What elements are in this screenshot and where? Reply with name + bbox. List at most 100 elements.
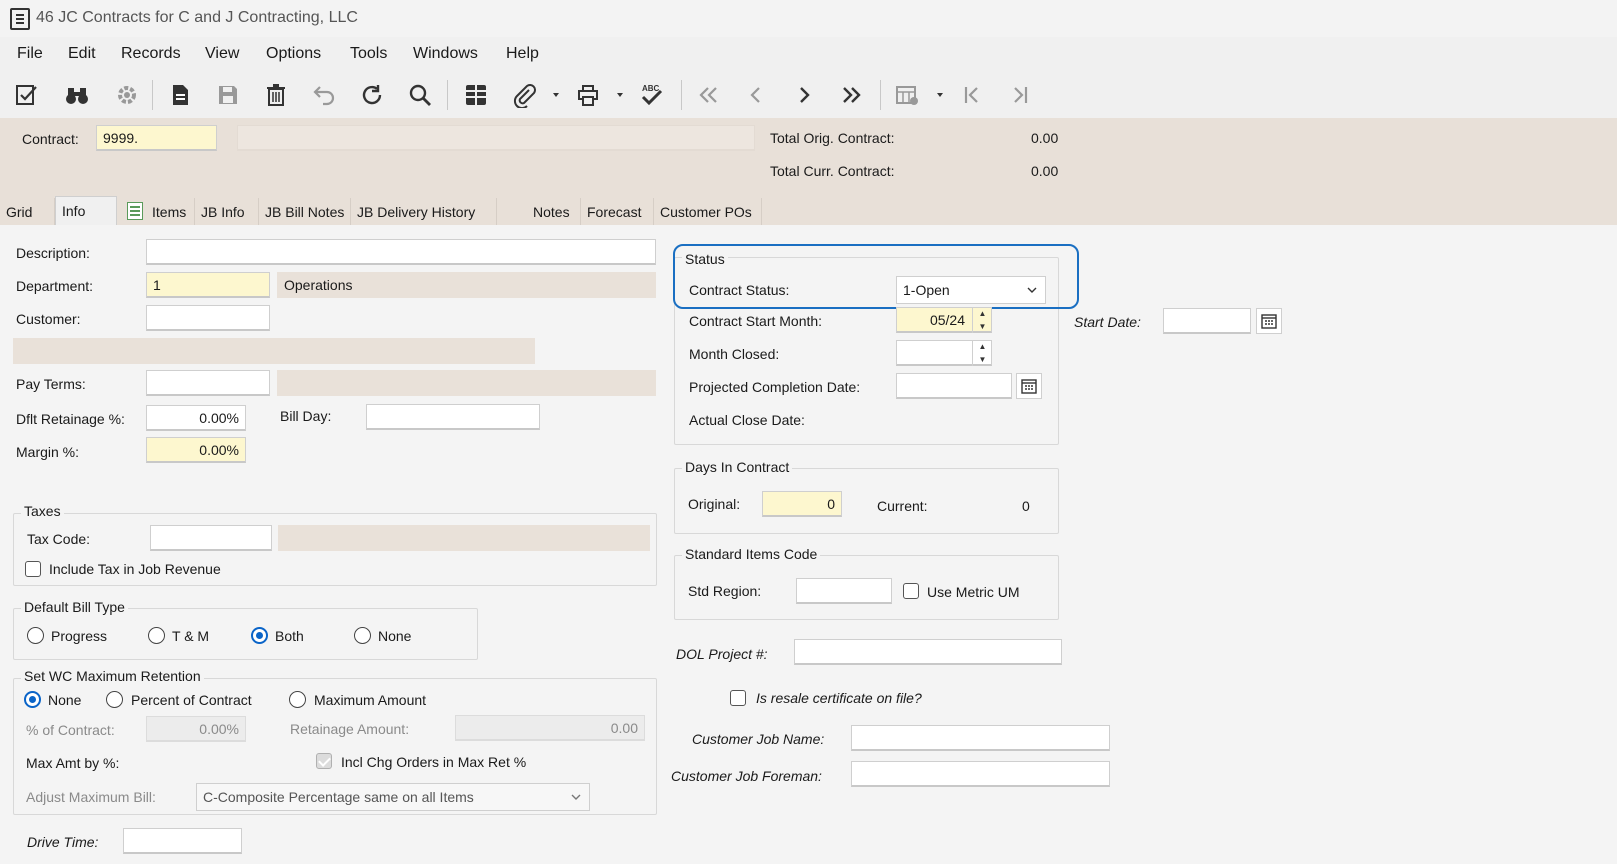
menu-file[interactable]: File [17,45,43,63]
grid-view-icon[interactable] [459,78,493,112]
projected-completion-input[interactable] [896,373,1012,399]
start-date-label: Start Date: [1074,314,1141,330]
menu-tools[interactable]: Tools [350,45,387,63]
tab-jb-info[interactable]: JB Info [195,198,259,225]
bill-type-tm-label: T & M [172,628,210,644]
dflt-retainage-input[interactable]: 0.00% [146,405,246,431]
bill-type-tm-radio[interactable] [148,627,165,644]
menu-view[interactable]: View [205,45,239,63]
bill-type-progress-radio[interactable] [27,627,44,644]
print-dropdown-icon[interactable] [615,90,625,100]
pay-terms-description-display [277,370,656,396]
use-metric-um-checkbox[interactable] [903,583,919,599]
tab-items[interactable]: Items [117,198,195,225]
include-tax-label: Include Tax in Job Revenue [49,561,221,577]
customer-job-foreman-input[interactable] [851,761,1110,787]
tab-notes[interactable]: Notes [497,198,581,225]
department-input[interactable]: 1 [146,272,270,298]
first-record-icon[interactable] [691,78,725,112]
tab-grid[interactable]: Grid [0,198,55,225]
bill-type-none-label: None [378,628,412,644]
tab-jb-bill-notes[interactable]: JB Bill Notes [259,198,351,225]
menu-options[interactable]: Options [266,45,321,63]
resale-certificate-checkbox[interactable] [730,690,746,706]
customer-input[interactable] [146,305,270,331]
chevron-down-icon [571,794,581,800]
window-title: 46 JC Contracts for C and J Contracting,… [36,9,358,26]
app-icon [10,8,30,30]
resale-certificate-label: Is resale certificate on file? [756,690,922,706]
binoculars-icon[interactable] [60,78,94,112]
new-document-icon[interactable] [163,78,197,112]
start-date-input[interactable] [1163,308,1251,334]
start-month-spinner[interactable]: ▲ ▼ [972,307,992,333]
original-days-input[interactable]: 0 [762,491,842,517]
drive-time-input[interactable] [123,828,242,854]
attach-dropdown-icon[interactable] [551,90,561,100]
adjust-maximum-bill-select[interactable]: C-Composite Percentage same on all Items [196,783,590,811]
jump-first-icon[interactable] [955,78,989,112]
taxes-group-title: Taxes [21,503,64,519]
contract-input[interactable]: 9999. [96,125,217,151]
days-in-contract-title: Days In Contract [682,459,793,475]
table-settings-icon[interactable] [890,78,924,112]
attach-icon[interactable] [507,78,541,112]
undo-icon[interactable] [307,78,341,112]
retention-none-radio[interactable] [24,691,41,708]
retainage-amount-input[interactable]: 0.00 [455,715,645,741]
search-icon[interactable] [403,78,437,112]
month-closed-spinner[interactable]: ▲ ▼ [972,340,992,366]
jump-last-icon[interactable] [1003,78,1037,112]
menu-help[interactable]: Help [506,45,539,63]
bill-type-none-radio[interactable] [354,627,371,644]
adjust-maximum-bill-value: C-Composite Percentage same on all Items [203,789,474,805]
toolbar: ABC [0,72,1617,118]
dol-project-input[interactable] [794,639,1062,665]
customer-job-name-input[interactable] [851,725,1110,751]
menu-bar: File Edit Records View Options Tools Win… [0,38,1617,70]
retention-maximum-radio[interactable] [289,691,306,708]
refresh-icon[interactable] [355,78,389,112]
spellcheck-icon[interactable]: ABC [634,78,668,112]
margin-input[interactable]: 0.00% [146,437,246,463]
menu-records[interactable]: Records [121,45,181,63]
tax-code-input[interactable] [150,525,272,551]
tab-jb-delivery-history[interactable]: JB Delivery History [351,198,497,225]
delete-icon[interactable] [259,78,293,112]
tab-items-label: Items [152,204,187,220]
menu-windows[interactable]: Windows [413,45,478,63]
dol-project-label: DOL Project #: [676,646,768,662]
include-tax-checkbox[interactable] [25,561,41,577]
edit-check-icon[interactable] [10,78,44,112]
tab-forecast[interactable]: Forecast [581,198,654,225]
menu-edit[interactable]: Edit [68,45,96,63]
incl-chg-orders-label: Incl Chg Orders in Max Ret % [341,754,527,770]
gear-icon[interactable] [110,78,144,112]
tab-customer-pos[interactable]: Customer POs [654,198,762,225]
bill-day-label: Bill Day: [280,408,332,424]
calendar-icon[interactable] [1016,373,1042,399]
next-record-icon[interactable] [787,78,821,112]
pct-of-contract-input[interactable]: 0.00% [146,716,246,742]
description-input[interactable] [146,239,656,265]
pay-terms-input[interactable] [146,370,270,396]
bill-type-progress-label: Progress [51,628,108,644]
table-settings-dropdown-icon[interactable] [935,90,945,100]
calendar-icon[interactable] [1256,308,1282,334]
save-icon[interactable] [211,78,245,112]
bill-type-both-radio[interactable] [251,627,268,644]
customer-job-name-label: Customer Job Name: [692,731,825,747]
last-record-icon[interactable] [835,78,869,112]
std-region-input[interactable] [796,578,892,604]
print-icon[interactable] [571,78,605,112]
total-curr-contract-value: 0.00 [1031,163,1059,179]
tab-info[interactable]: Info [55,196,117,225]
previous-record-icon[interactable] [739,78,773,112]
original-days-label: Original: [688,496,741,512]
bill-day-input[interactable] [366,404,540,430]
customer-job-foreman-label: Customer Job Foreman: [671,768,822,784]
department-label: Department: [16,278,94,294]
retention-percent-radio[interactable] [106,691,123,708]
tax-code-label: Tax Code: [27,531,91,547]
incl-chg-orders-checkbox[interactable] [316,753,332,769]
